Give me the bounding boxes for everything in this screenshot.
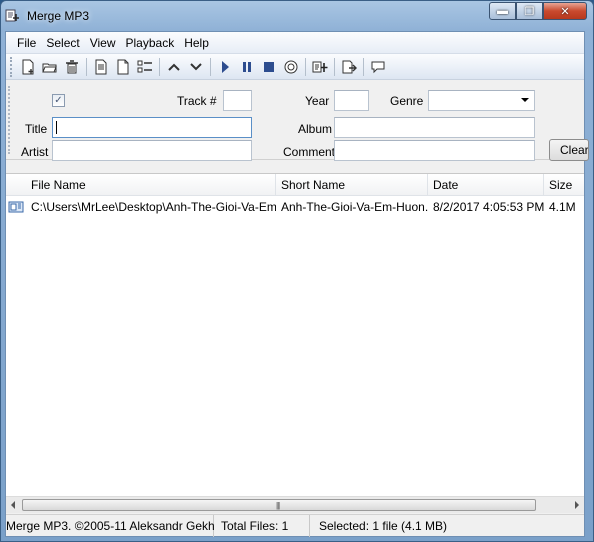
menu-playback[interactable]: Playback — [121, 34, 180, 52]
track-label: Track # — [177, 94, 217, 108]
move-up-button[interactable] — [163, 56, 185, 78]
column-size[interactable]: Size — [544, 174, 584, 196]
short-name-cell: Anh-The-Gioi-Va-Em-Huon... — [281, 200, 428, 214]
document-button[interactable] — [90, 56, 112, 78]
track-number-field[interactable] — [223, 90, 252, 111]
artist-label: Artist — [21, 145, 49, 159]
column-short-name[interactable]: Short Name — [276, 174, 428, 196]
window-controls: ▬ ❐ ✕ — [489, 2, 587, 20]
date-cell: 8/2/2017 4:05:53 PM — [433, 200, 544, 214]
play-icon — [222, 60, 229, 73]
app-window: Merge MP3 ▬ ❐ ✕ File Select View Playbac… — [0, 0, 594, 542]
close-icon: ✕ — [560, 5, 570, 18]
menu-help[interactable]: Help — [179, 34, 214, 52]
checkmark-icon: ✓ — [54, 95, 63, 106]
comment-field[interactable] — [334, 140, 535, 161]
status-selected: Selected: 1 file (4.1 MB) — [319, 518, 448, 533]
status-total-files: Total Files: 1 — [214, 514, 310, 537]
checklist-button[interactable] — [134, 56, 156, 78]
export-button[interactable] — [338, 56, 360, 78]
toolbar-separator — [86, 57, 87, 76]
toolbar-separator — [305, 57, 306, 76]
year-field[interactable] — [334, 90, 369, 111]
tag-editor-panel: ✓ Track # Year Genre Title Album Artist … — [6, 80, 589, 161]
speech-bubble-icon — [371, 61, 385, 73]
info-button[interactable] — [280, 56, 302, 78]
move-down-button[interactable] — [185, 56, 207, 78]
open-folder-button[interactable] — [39, 56, 61, 78]
delete-button[interactable] — [61, 56, 83, 78]
maximize-button[interactable]: ❐ — [516, 2, 543, 20]
menu-view[interactable]: View — [85, 34, 121, 52]
merge-mp3-app-icon — [5, 9, 19, 22]
menu-select[interactable]: Select — [41, 34, 84, 52]
client-area: File Select View Playback Help ✓ Track #… — [5, 31, 589, 537]
file-list[interactable]: File Name Short Name Date Size C:\Users\… — [6, 173, 584, 496]
title-label: Title — [25, 122, 48, 136]
comment-label: Comment — [283, 145, 336, 159]
blank-document-button[interactable] — [112, 56, 134, 78]
tag-enable-checkbox[interactable]: ✓ — [52, 94, 65, 107]
title-field[interactable] — [52, 117, 252, 138]
merge-icon — [312, 61, 328, 72]
toolbar-separator — [334, 57, 335, 76]
delete-icon — [66, 59, 78, 73]
size-cell: 4.1M — [549, 200, 576, 214]
checklist-icon — [137, 60, 152, 72]
title-bar[interactable]: Merge MP3 ▬ ❐ ✕ — [1, 1, 593, 31]
audio-file-icon — [8, 201, 24, 213]
toolbar-grip[interactable] — [10, 56, 13, 77]
minimize-icon: ▬ — [497, 5, 508, 17]
pause-icon — [243, 61, 251, 72]
album-field[interactable] — [334, 117, 535, 138]
add-files-button[interactable] — [17, 56, 39, 78]
scroll-right-icon[interactable] — [575, 501, 579, 509]
toolbar-separator — [363, 57, 364, 76]
info-icon — [284, 60, 298, 73]
toolbar-separator — [210, 57, 211, 76]
album-label: Album — [298, 122, 333, 136]
year-label: Year — [305, 94, 330, 108]
text-caret — [56, 121, 57, 135]
panel-grip[interactable] — [8, 86, 11, 154]
artist-field[interactable] — [52, 140, 252, 161]
open-folder-icon — [42, 63, 57, 72]
thumb-grip: ||| — [276, 501, 280, 510]
stop-button[interactable] — [258, 56, 280, 78]
add-files-icon — [22, 59, 34, 74]
toolbar-separator — [159, 57, 160, 76]
comment-button[interactable] — [367, 56, 389, 78]
menu-bar: File Select View Playback Help — [6, 32, 584, 54]
scroll-left-icon[interactable] — [11, 501, 15, 509]
genre-label: Genre — [390, 94, 424, 108]
horizontal-scrollbar[interactable]: ||| — [6, 496, 584, 513]
column-file-name[interactable]: File Name — [6, 174, 276, 196]
stop-icon — [264, 61, 274, 72]
blank-document-icon — [117, 59, 129, 74]
move-down-icon — [190, 62, 202, 70]
play-button[interactable] — [214, 56, 236, 78]
status-copyright: Merge MP3. ©2005-11 Aleksandr Gekh — [6, 514, 215, 537]
table-row[interactable]: C:\Users\MrLee\Desktop\Anh-The-Gioi-Va-E… — [6, 196, 584, 218]
genre-dropdown[interactable] — [428, 90, 535, 111]
merge-button[interactable] — [309, 56, 331, 78]
move-up-icon — [168, 63, 180, 71]
export-icon — [342, 60, 357, 73]
maximize-icon: ❐ — [524, 5, 535, 18]
document-icon — [95, 59, 107, 74]
clear-button[interactable]: Clear — [549, 139, 589, 161]
file-name-cell: C:\Users\MrLee\Desktop\Anh-The-Gioi-Va-E… — [31, 200, 276, 214]
chevron-down-icon — [521, 98, 529, 102]
scroll-thumb[interactable]: ||| — [22, 499, 536, 511]
toolbar — [6, 54, 584, 80]
status-bar: Merge MP3. ©2005-11 Aleksandr Gekh Total… — [6, 514, 584, 537]
close-button[interactable]: ✕ — [543, 2, 587, 20]
minimize-button[interactable]: ▬ — [489, 2, 516, 20]
pause-button[interactable] — [236, 56, 258, 78]
column-date[interactable]: Date — [428, 174, 544, 196]
menu-file[interactable]: File — [12, 34, 41, 52]
list-header: File Name Short Name Date Size — [6, 174, 584, 196]
window-title: Merge MP3 — [27, 9, 90, 23]
